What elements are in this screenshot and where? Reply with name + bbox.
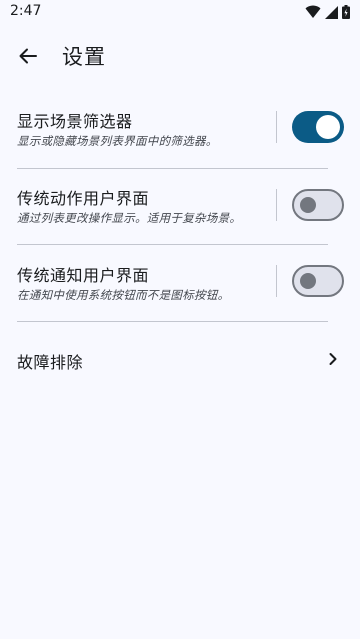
toggle-knob [300,273,316,289]
troubleshooting-label: 故障排除 [17,353,84,372]
wifi-icon [305,5,321,18]
setting-subtitle: 通过列表更改操作显示。适用于复杂场景。 [17,211,242,225]
status-bar: 2:47 [0,0,360,24]
vertical-divider [276,265,277,297]
chevron-right-icon [329,353,337,365]
top-app-bar: 设置 [0,28,360,84]
status-time: 2:47 [10,3,42,19]
setting-show-scene-filter[interactable]: 显示场景筛选器 显示或隐藏场景列表界面中的筛选器。 [0,108,360,158]
legacy-notification-ui-toggle[interactable] [292,265,344,297]
toggle-knob [300,197,316,213]
vertical-divider [276,111,277,143]
back-button[interactable] [8,32,48,80]
setting-subtitle: 显示或隐藏场景列表界面中的筛选器。 [17,134,218,148]
divider [17,168,328,169]
setting-title: 传统动作用户界面 [17,189,150,208]
setting-legacy-action-ui[interactable]: 传统动作用户界面 通过列表更改操作显示。适用于复杂场景。 [0,185,360,235]
setting-title: 传统通知用户界面 [17,266,150,285]
cell-signal-icon [325,5,338,19]
vertical-divider [276,189,277,221]
status-icons [305,4,350,20]
arrow-left-icon [19,48,37,64]
battery-charging-icon [342,5,350,19]
divider [17,244,328,245]
divider [17,321,328,322]
setting-subtitle: 在通知中使用系统按钮而不是图标按钮。 [17,288,230,302]
troubleshooting-item[interactable]: 故障排除 [0,349,360,372]
legacy-action-ui-toggle[interactable] [292,189,344,221]
setting-title: 显示场景筛选器 [17,112,133,131]
setting-legacy-notification-ui[interactable]: 传统通知用户界面 在通知中使用系统按钮而不是图标按钮。 [0,262,360,312]
show-scene-filter-toggle[interactable] [292,111,344,143]
page-title: 设置 [62,45,106,69]
toggle-knob [316,115,340,139]
